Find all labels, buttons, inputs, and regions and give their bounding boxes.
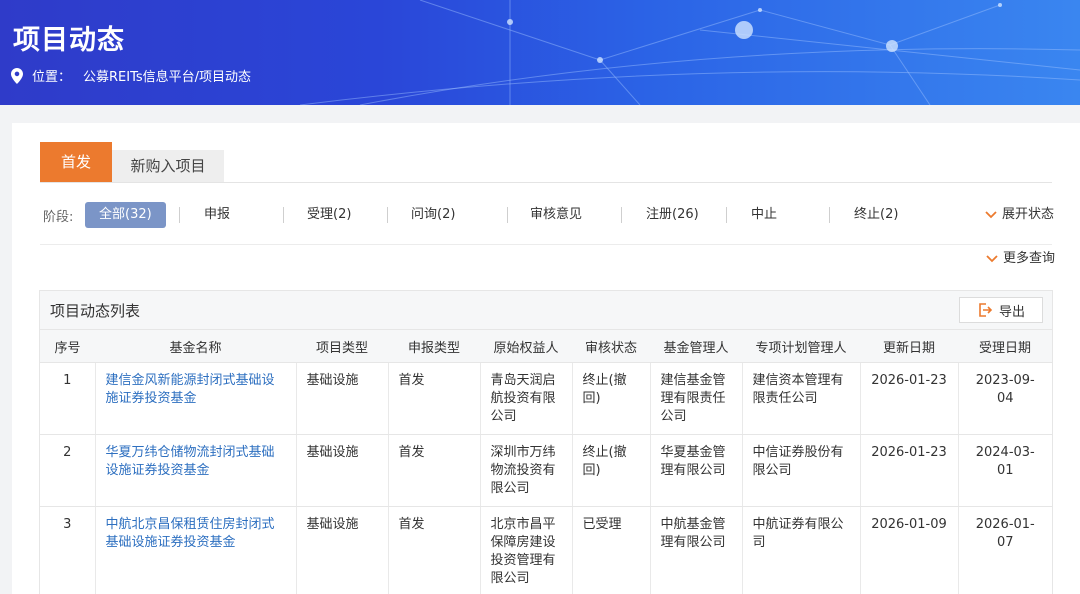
- row-index: 1: [40, 362, 95, 435]
- accept-date: 2026-01-07: [957, 506, 1052, 594]
- project-list: 项目动态列表 导出 序号 基金名称 项目类型 申报类型 原始权益人 审核状态 基…: [39, 290, 1053, 594]
- fund-name-link[interactable]: 中航北京昌保租赁住房封闭式基础设施证券投资基金: [94, 506, 296, 594]
- header-banner: 项目动态 位置： 公募REITs信息平台/项目动态: [0, 0, 1080, 105]
- col-accept-date: 受理日期: [958, 329, 1052, 363]
- export-icon: [979, 303, 993, 317]
- divider: [179, 207, 180, 223]
- table-row: 3 中航北京昌保租赁住房封闭式基础设施证券投资基金 基础设施 首发 北京市昌平保…: [40, 506, 1052, 594]
- tab-new-acquisition[interactable]: 新购入项目: [112, 150, 224, 183]
- fund-manager: 建信基金管理有限责任公司: [649, 362, 742, 435]
- more-query-toggle[interactable]: 更多查询: [986, 247, 1055, 271]
- fund-manager: 中航基金管理有限公司: [649, 506, 742, 594]
- col-review-status: 审核状态: [572, 329, 650, 363]
- export-button[interactable]: 导出: [959, 297, 1043, 323]
- fund-name-link[interactable]: 建信金风新能源封闭式基础设施证券投资基金: [94, 362, 296, 435]
- accept-date: 2023-09-04: [957, 362, 1052, 435]
- tab-bar: 首发 新购入项目: [40, 142, 224, 183]
- col-fund-manager: 基金管理人: [650, 329, 742, 363]
- review-status: 终止(撤回): [571, 362, 650, 435]
- expand-status-toggle[interactable]: 展开状态: [985, 202, 1054, 228]
- original-owner: 北京市昌平保障房建设投资管理有限公司: [479, 506, 572, 594]
- tab-ipo[interactable]: 首发: [40, 142, 112, 183]
- project-type: 基础设施: [295, 506, 388, 594]
- fund-manager: 华夏基金管理有限公司: [649, 434, 742, 507]
- location-pin-icon: [11, 67, 23, 84]
- review-status: 已受理: [571, 506, 650, 594]
- plan-manager: 建信资本管理有限责任公司: [741, 362, 860, 435]
- network-decoration: [299, 0, 1080, 105]
- declare-type: 首发: [387, 434, 480, 507]
- stage-inquiry[interactable]: 问询(2): [411, 202, 455, 228]
- breadcrumb-path[interactable]: 公募REITs信息平台/项目动态: [83, 66, 251, 85]
- breadcrumb: 位置： 公募REITs信息平台/项目动态: [11, 66, 251, 85]
- more-query-label: 更多查询: [1003, 251, 1056, 266]
- stage-terminated[interactable]: 终止(2): [854, 202, 898, 228]
- stage-registered[interactable]: 注册(26): [646, 202, 699, 228]
- stage-suspended[interactable]: 中止: [751, 202, 777, 228]
- col-fund-name: 基金名称: [95, 329, 296, 363]
- update-date: 2026-01-23: [859, 434, 958, 507]
- plan-manager: 中航证券有限公司: [741, 506, 860, 594]
- list-title: 项目动态列表: [50, 302, 141, 320]
- accept-date: 2024-03-01: [957, 434, 1052, 507]
- update-date: 2026-01-23: [859, 362, 958, 435]
- expand-status-label: 展开状态: [1002, 207, 1055, 222]
- table-header-row: 序号 基金名称 项目类型 申报类型 原始权益人 审核状态 基金管理人 专项计划管…: [40, 329, 1052, 363]
- list-header: 项目动态列表 导出: [40, 291, 1052, 329]
- filter-divider: [40, 244, 1052, 245]
- divider: [621, 207, 622, 223]
- update-date: 2026-01-09: [859, 506, 958, 594]
- stage-label: 阶段:: [43, 209, 74, 225]
- location-label: 位置：: [32, 70, 72, 85]
- stage-review-opinion[interactable]: 审核意见: [530, 202, 582, 228]
- chevron-down-icon: [985, 211, 997, 219]
- divider: [726, 207, 727, 223]
- divider: [507, 207, 508, 223]
- chevron-down-icon: [986, 255, 998, 263]
- row-index: 2: [40, 434, 95, 507]
- project-table: 序号 基金名称 项目类型 申报类型 原始权益人 审核状态 基金管理人 专项计划管…: [40, 329, 1052, 594]
- plan-manager: 中信证券股份有限公司: [741, 434, 860, 507]
- original-owner: 深圳市万纬物流投资有限公司: [479, 434, 572, 507]
- table-row: 1 建信金风新能源封闭式基础设施证券投资基金 基础设施 首发 青岛天润启航投资有…: [40, 362, 1052, 435]
- col-index: 序号: [40, 329, 95, 363]
- col-declare-type: 申报类型: [388, 329, 480, 363]
- col-update-date: 更新日期: [860, 329, 958, 363]
- divider: [829, 207, 830, 223]
- declare-type: 首发: [387, 506, 480, 594]
- fund-name-link[interactable]: 华夏万纬仓储物流封闭式基础设施证券投资基金: [94, 434, 296, 507]
- stage-all[interactable]: 全部(32): [85, 202, 166, 228]
- divider: [387, 207, 388, 223]
- content-card: 首发 新购入项目 阶段: 全部(32) 申报 受理(2) 问询(2) 审核意见 …: [12, 123, 1080, 594]
- export-label: 导出: [998, 304, 1025, 320]
- stage-filter: 阶段: 全部(32) 申报 受理(2) 问询(2) 审核意见 注册(26) 中止…: [43, 202, 1055, 228]
- stage-accepted[interactable]: 受理(2): [307, 202, 351, 228]
- tab-divider: [40, 182, 1052, 183]
- page-title: 项目动态: [13, 25, 125, 56]
- project-type: 基础设施: [295, 434, 388, 507]
- col-plan-manager: 专项计划管理人: [742, 329, 860, 363]
- row-index: 3: [40, 506, 95, 594]
- col-original-owner: 原始权益人: [480, 329, 572, 363]
- divider: [283, 207, 284, 223]
- original-owner: 青岛天润启航投资有限公司: [479, 362, 572, 435]
- review-status: 终止(撤回): [571, 434, 650, 507]
- stage-declare[interactable]: 申报: [204, 202, 230, 228]
- declare-type: 首发: [387, 362, 480, 435]
- project-type: 基础设施: [295, 362, 388, 435]
- col-project-type: 项目类型: [296, 329, 388, 363]
- table-row: 2 华夏万纬仓储物流封闭式基础设施证券投资基金 基础设施 首发 深圳市万纬物流投…: [40, 434, 1052, 507]
